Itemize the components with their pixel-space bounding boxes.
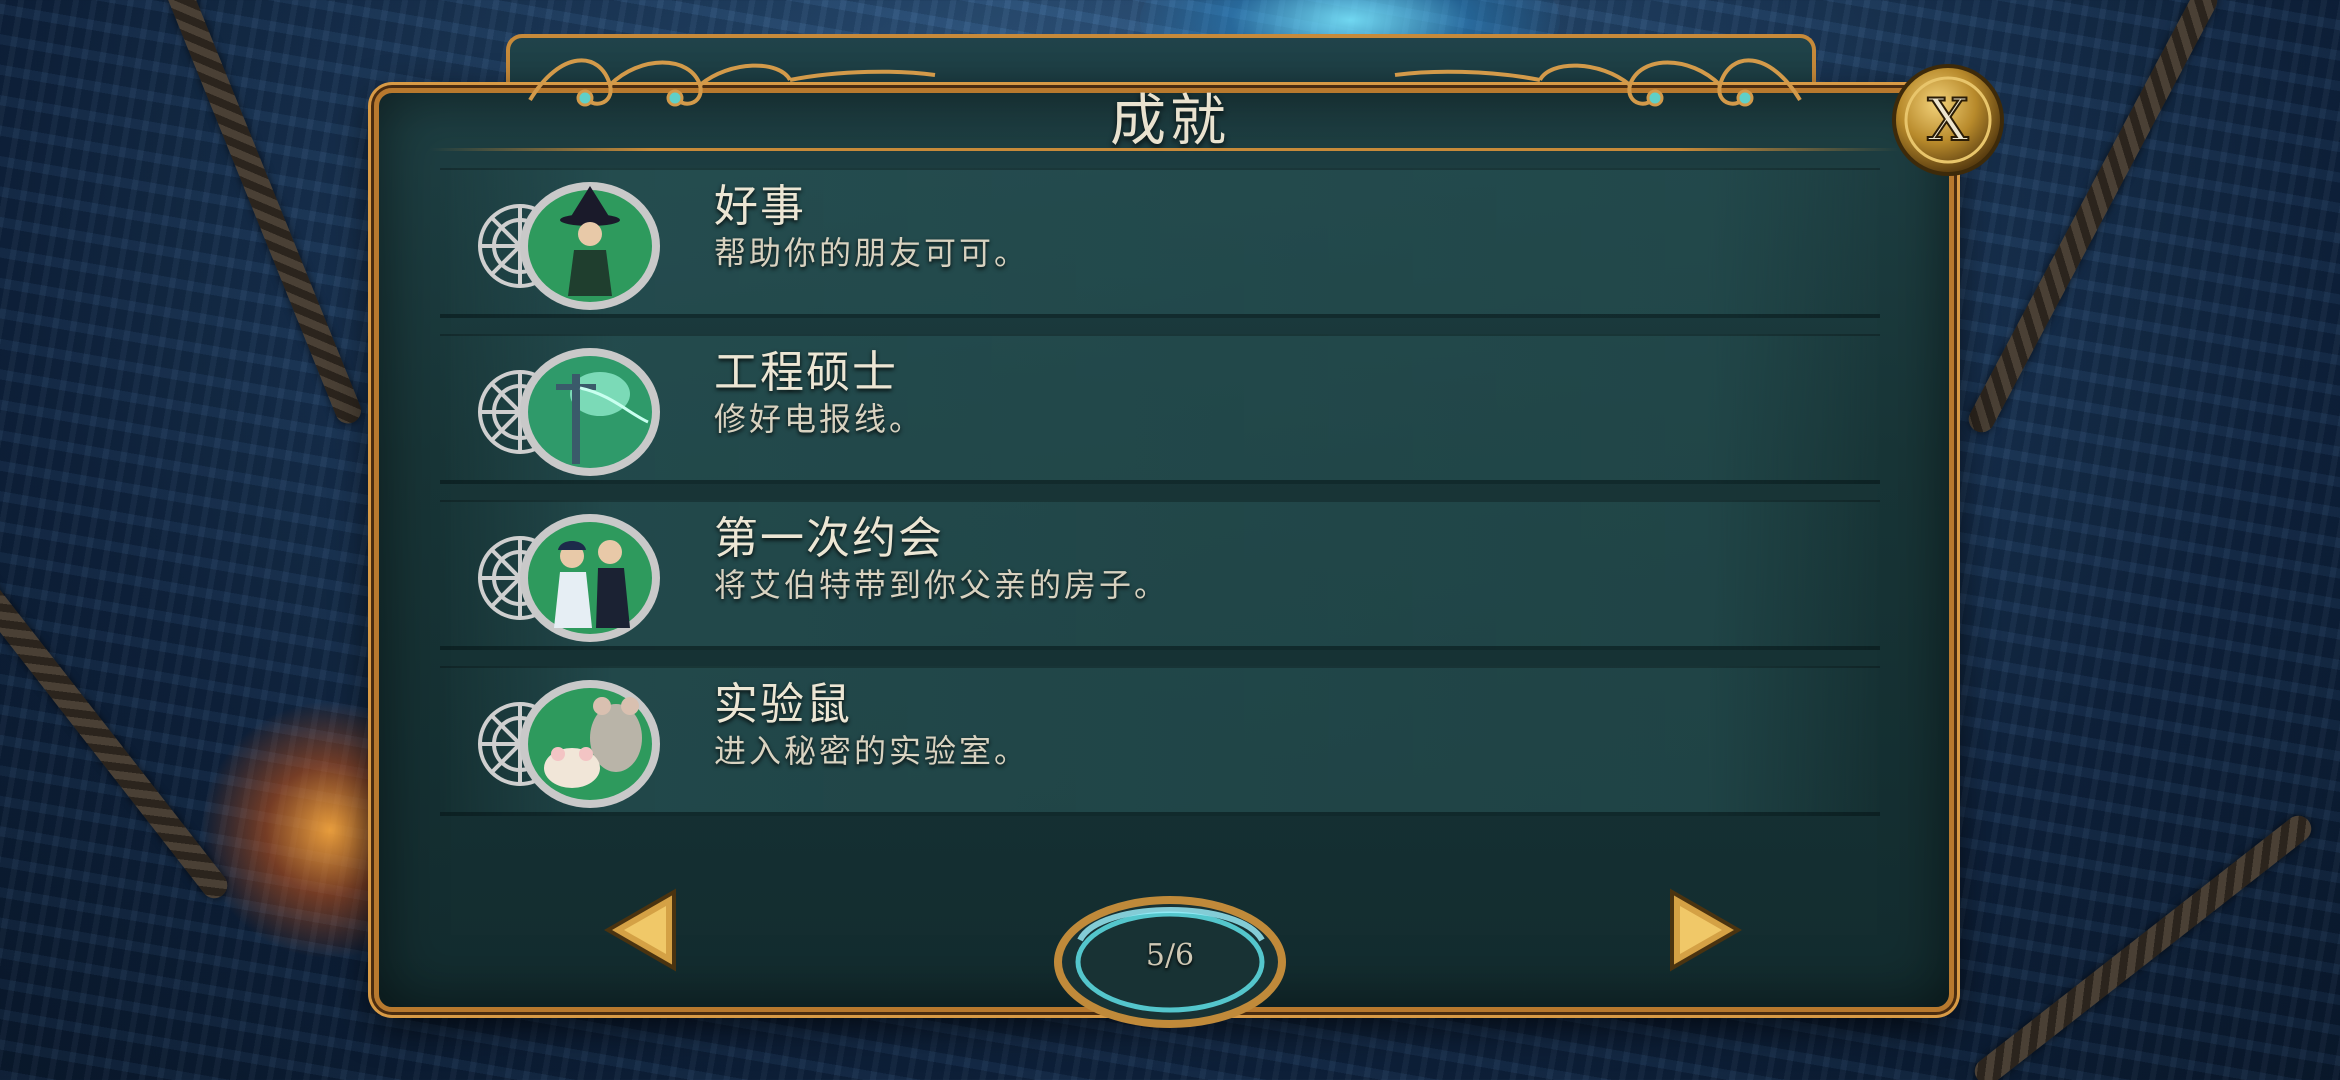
close-icon: X [1892, 64, 2004, 176]
achievement-row-3: 第一次约会 将艾伯特带到你父亲的房子。 [440, 500, 1880, 650]
achievement-title: 工程硕士 [714, 347, 898, 398]
witch-portrait-icon [478, 182, 660, 310]
achievement-title: 好事 [714, 181, 806, 232]
achievement-title: 第一次约会 [714, 513, 944, 564]
achievement-row-1: 好事 帮助你的朋友可可。 [440, 168, 1880, 318]
arrow-left-icon [603, 888, 676, 972]
achievement-description: 修好电报线。 [714, 400, 925, 438]
title-divider [430, 148, 1900, 151]
prev-page-button[interactable] [602, 888, 682, 972]
achievement-row-4: 实验鼠 进入秘密的实验室。 [440, 666, 1880, 816]
close-button[interactable]: X [1876, 58, 2006, 188]
achievement-description: 将艾伯特带到你父亲的房子。 [714, 566, 1170, 604]
achievement-title: 实验鼠 [714, 679, 852, 730]
page-indicator: 5/6 [1040, 880, 1300, 1030]
close-label: X [1927, 86, 1969, 154]
achievement-row-2: 工程硕士 修好电报线。 [440, 334, 1880, 484]
arrow-right-icon [1670, 888, 1743, 972]
page-counter: 5/6 [1145, 938, 1195, 973]
achievement-description: 进入秘密的实验室。 [714, 732, 1030, 770]
next-page-button[interactable] [1664, 888, 1744, 972]
couple-portrait-icon [478, 514, 660, 642]
lab-rats-icon [478, 680, 660, 808]
achievement-description: 帮助你的朋友可可。 [714, 234, 1030, 272]
telegraph-pole-icon [478, 348, 660, 476]
